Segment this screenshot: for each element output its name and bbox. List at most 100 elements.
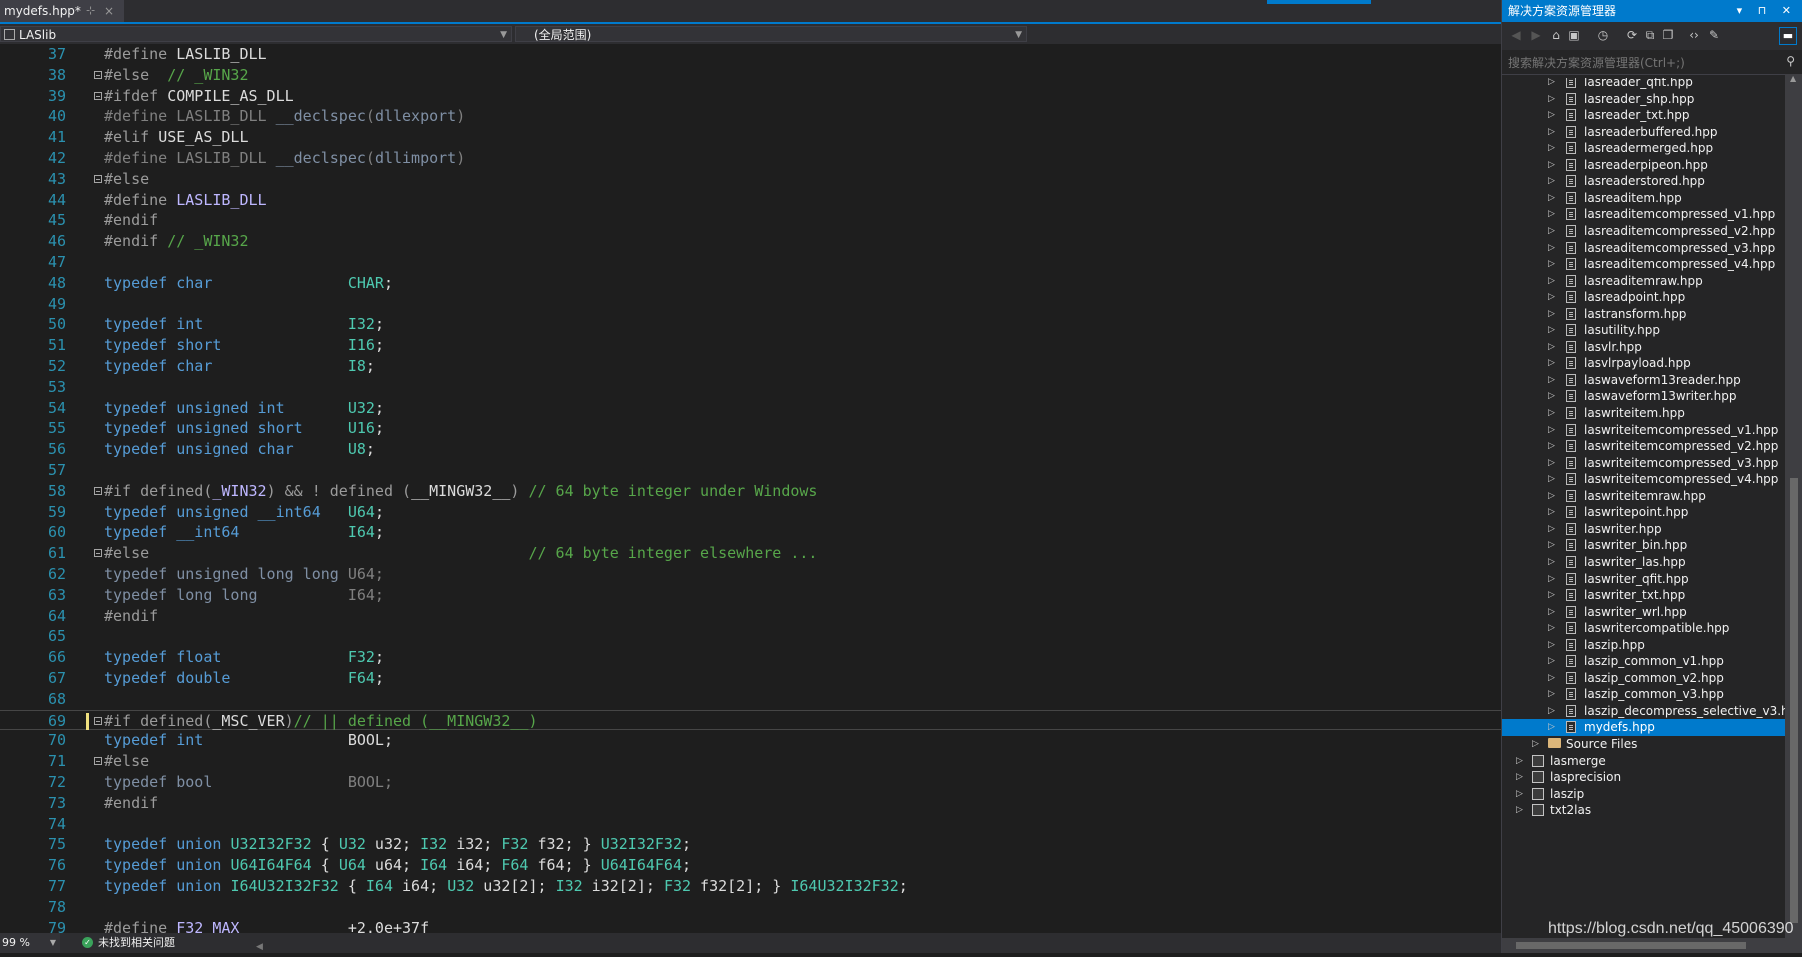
expand-arrow-icon[interactable]: ▷ (1548, 620, 1555, 637)
code-line[interactable]: 78 (0, 897, 1501, 918)
search-input[interactable] (1506, 53, 1770, 73)
expand-arrow-icon[interactable]: ▷ (1548, 107, 1555, 124)
fold-toggle-icon[interactable] (94, 70, 102, 79)
code-line[interactable]: 44 #define LASLIB_DLL (0, 190, 1501, 211)
code-line[interactable]: 63 typedef long long I64; (0, 585, 1501, 606)
expand-arrow-icon[interactable]: ▷ (1532, 736, 1539, 753)
code-line[interactable]: 45 #endif (0, 210, 1501, 231)
expand-arrow-icon[interactable]: ▷ (1516, 802, 1523, 819)
expand-arrow-icon[interactable]: ▷ (1548, 289, 1555, 306)
code-line[interactable]: 37 #define LASLIB_DLL (0, 44, 1501, 65)
code-line[interactable]: 52 typedef char I8; (0, 356, 1501, 377)
code-line[interactable]: 70 typedef int BOOL; (0, 730, 1501, 751)
back-icon[interactable]: ◀ (1510, 29, 1522, 41)
code-line[interactable]: 76 typedef union U64I64F64 { U64 u64; I64… (0, 855, 1501, 876)
expand-arrow-icon[interactable]: ▷ (1548, 719, 1555, 736)
fold-toggle-icon[interactable] (94, 486, 102, 495)
properties-icon[interactable]: ✎ (1708, 29, 1720, 41)
expand-arrow-icon[interactable]: ▷ (1516, 786, 1523, 803)
expand-arrow-icon[interactable]: ▷ (1548, 206, 1555, 223)
panel-window-buttons[interactable]: ▾ ⊓ ✕ (1737, 0, 1797, 22)
view-code-icon[interactable]: ‹› (1688, 29, 1700, 41)
code-line[interactable]: 68 (0, 689, 1501, 710)
expand-arrow-icon[interactable]: ▷ (1516, 753, 1523, 770)
pin-icon[interactable]: ⊹ (86, 0, 95, 22)
tree-item-file[interactable]: ▷ lasutility.hpp (1502, 322, 1785, 339)
tree-item-folder[interactable]: ▷ Source Files (1502, 736, 1785, 753)
expand-arrow-icon[interactable]: ▷ (1548, 173, 1555, 190)
code-line[interactable]: 48 typedef char CHAR; (0, 273, 1501, 294)
expand-arrow-icon[interactable]: ▷ (1548, 190, 1555, 207)
code-line[interactable]: 46 #endif // _WIN32 (0, 231, 1501, 252)
tree-item-file[interactable]: ▷ laswriter.hpp (1502, 521, 1785, 538)
tree-item-file[interactable]: ▷ lasvlr.hpp (1502, 339, 1785, 356)
tree-item-file[interactable]: ▷ laswriteitem.hpp (1502, 405, 1785, 422)
tree-item-file[interactable]: ▷ laswaveform13writer.hpp (1502, 388, 1785, 405)
tree-item-file[interactable]: ▷ laswriter_bin.hpp (1502, 537, 1785, 554)
expand-arrow-icon[interactable]: ▷ (1548, 554, 1555, 571)
expand-arrow-icon[interactable]: ▷ (1548, 521, 1555, 538)
tab-mydefs-hpp[interactable]: mydefs.hpp* ⊹ × (0, 0, 124, 22)
tree-item-project[interactable]: ▷ lasmerge (1502, 753, 1785, 770)
code-line[interactable]: 67 typedef double F64; (0, 668, 1501, 689)
tree-item-file[interactable]: ▷ laszip_common_v2.hpp (1502, 670, 1785, 687)
tree-item-project[interactable]: ▷ txt2las (1502, 802, 1785, 819)
code-line[interactable]: 66 typedef float F32; (0, 647, 1501, 668)
tree-item-file[interactable]: ▷ lasreadpoint.hpp (1502, 289, 1785, 306)
code-line[interactable]: 73 #endif (0, 793, 1501, 814)
expand-arrow-icon[interactable]: ▷ (1548, 604, 1555, 621)
expand-arrow-icon[interactable]: ▷ (1548, 223, 1555, 240)
expand-arrow-icon[interactable]: ▷ (1548, 388, 1555, 405)
tree-item-file[interactable]: ▷ lasreaderbuffered.hpp (1502, 124, 1785, 141)
tree-item-file[interactable]: ▷ laswriter_qfit.hpp (1502, 571, 1785, 588)
expand-arrow-icon[interactable]: ▷ (1548, 256, 1555, 273)
code-line[interactable]: 49 (0, 294, 1501, 315)
tree-item-file[interactable]: ▷ laswriteitemcompressed_v3.hpp (1502, 455, 1785, 472)
tree-item-project[interactable]: ▷ laszip (1502, 786, 1785, 803)
tree-item-file[interactable]: ▷ laswriteitemraw.hpp (1502, 488, 1785, 505)
scrollbar-thumb[interactable] (1790, 478, 1798, 923)
code-line[interactable]: 57 (0, 460, 1501, 481)
expand-arrow-icon[interactable]: ▷ (1548, 405, 1555, 422)
code-line[interactable]: 51 typedef short I16; (0, 335, 1501, 356)
code-line[interactable]: 41 #elif USE_AS_DLL (0, 127, 1501, 148)
code-line[interactable]: 62 typedef unsigned long long U64; (0, 564, 1501, 585)
tree-item-file[interactable]: ▷ mydefs.hpp (1502, 719, 1785, 736)
vertical-scrollbar[interactable]: ▲ (1785, 74, 1802, 938)
expand-arrow-icon[interactable]: ▷ (1548, 637, 1555, 654)
search-icon[interactable]: ⚲ (1786, 54, 1795, 68)
tree-item-project[interactable]: ▷ lasprecision (1502, 769, 1785, 786)
code-line[interactable]: 56 typedef unsigned char U8; (0, 439, 1501, 460)
fold-toggle-icon[interactable] (94, 174, 102, 183)
fold-toggle-icon[interactable] (94, 716, 102, 725)
expand-arrow-icon[interactable]: ▷ (1548, 670, 1555, 687)
expand-arrow-icon[interactable]: ▷ (1548, 438, 1555, 455)
code-line[interactable]: 39 #ifdef COMPILE_AS_DLL (0, 86, 1501, 107)
expand-arrow-icon[interactable]: ▷ (1548, 124, 1555, 141)
tree-item-file[interactable]: ▷ laszip.hpp (1502, 637, 1785, 654)
expand-arrow-icon[interactable]: ▷ (1548, 587, 1555, 604)
home-icon[interactable]: ⌂ (1550, 29, 1562, 41)
code-line[interactable]: 53 (0, 377, 1501, 398)
expand-arrow-icon[interactable]: ▷ (1548, 422, 1555, 439)
code-line[interactable]: 74 (0, 814, 1501, 835)
tree-item-file[interactable]: ▷ lastransform.hpp (1502, 306, 1785, 323)
fold-toggle-icon[interactable] (94, 757, 102, 766)
expand-arrow-icon[interactable]: ▷ (1548, 703, 1555, 720)
expand-arrow-icon[interactable]: ▷ (1548, 571, 1555, 588)
tree-item-file[interactable]: ▷ lasreadermerged.hpp (1502, 140, 1785, 157)
code-line[interactable]: 75 typedef union U32I32F32 { U32 u32; I32… (0, 834, 1501, 855)
expand-arrow-icon[interactable]: ▷ (1548, 322, 1555, 339)
tree-item-file[interactable]: ▷ lasreaditem.hpp (1502, 190, 1785, 207)
tree-item-file[interactable]: ▷ laszip_decompress_selective_v3.hpp (1502, 703, 1785, 720)
code-view[interactable]: 37 #define LASLIB_DLL 38 #else // _WIN32 39 #… (0, 44, 1501, 937)
expand-arrow-icon[interactable]: ▷ (1548, 273, 1555, 290)
show-all-files-icon[interactable]: ❐ (1662, 29, 1674, 41)
code-line[interactable]: 38 #else // _WIN32 (0, 65, 1501, 86)
tree-item-file[interactable]: ▷ laswritepoint.hpp (1502, 504, 1785, 521)
expand-arrow-icon[interactable]: ▷ (1548, 537, 1555, 554)
tree-item-file[interactable]: ▷ lasreaditemcompressed_v3.hpp (1502, 240, 1785, 257)
code-line[interactable]: 77 typedef union I64U32I32F32 { I64 i64; … (0, 876, 1501, 897)
expand-arrow-icon[interactable]: ▷ (1548, 355, 1555, 372)
expand-arrow-icon[interactable]: ▷ (1548, 686, 1555, 703)
